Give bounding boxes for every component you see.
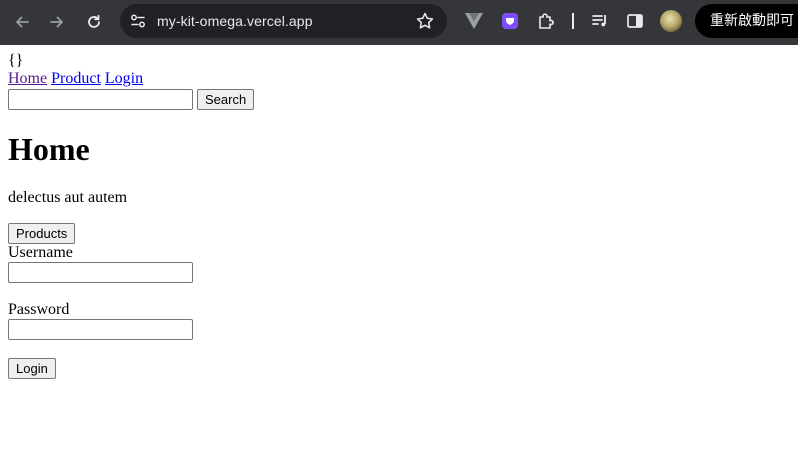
brace-text: {} bbox=[8, 52, 24, 69]
back-button[interactable] bbox=[8, 8, 36, 36]
browser-toolbar: my-kit-omega.vercel.app 重新啟動即可 bbox=[0, 0, 798, 45]
site-info-icon[interactable] bbox=[128, 11, 148, 31]
media-controls-button[interactable] bbox=[589, 10, 611, 32]
login-button[interactable]: Login bbox=[8, 358, 56, 379]
extensions-button[interactable] bbox=[535, 10, 557, 32]
reload-button[interactable] bbox=[80, 8, 108, 36]
login-form: Username Password Login bbox=[8, 244, 790, 379]
bookmark-star-icon[interactable] bbox=[415, 11, 435, 31]
side-panel-button[interactable] bbox=[624, 10, 646, 32]
nav-link-home[interactable]: Home bbox=[8, 70, 47, 87]
puzzle-piece-icon bbox=[539, 13, 554, 29]
shield-extension-icon bbox=[502, 13, 518, 29]
forward-button[interactable] bbox=[43, 8, 71, 36]
nav-link-login[interactable]: Login bbox=[105, 70, 143, 87]
vue-devtools-extension[interactable] bbox=[463, 10, 485, 32]
vue-logo-icon bbox=[465, 13, 483, 29]
page-title: Home bbox=[8, 131, 90, 167]
password-field[interactable] bbox=[8, 319, 193, 340]
search-form: Search bbox=[8, 88, 790, 110]
password-label: Password bbox=[8, 301, 70, 318]
url-text[interactable]: my-kit-omega.vercel.app bbox=[157, 4, 313, 38]
page-content: {} Home Product Login Search Home delect… bbox=[0, 45, 798, 379]
username-label: Username bbox=[8, 244, 73, 261]
search-input[interactable] bbox=[8, 88, 193, 110]
toolbar-divider bbox=[572, 13, 574, 29]
arrow-left-icon bbox=[16, 16, 29, 28]
profile-avatar[interactable] bbox=[660, 10, 682, 32]
arrow-right-icon bbox=[50, 16, 63, 28]
address-bar[interactable]: my-kit-omega.vercel.app bbox=[120, 4, 447, 38]
side-panel-icon bbox=[627, 14, 643, 28]
queue-music-icon bbox=[592, 15, 606, 27]
top-nav: Home Product Login bbox=[8, 70, 790, 88]
purple-extension[interactable] bbox=[499, 10, 521, 32]
products-button[interactable]: Products bbox=[8, 223, 76, 244]
reload-icon bbox=[88, 14, 100, 28]
username-field[interactable] bbox=[8, 262, 193, 283]
page-description: delectus aut autem bbox=[8, 189, 128, 206]
nav-link-product[interactable]: Product bbox=[51, 70, 101, 87]
search-button[interactable]: Search bbox=[197, 88, 255, 110]
restart-to-update-button[interactable]: 重新啟動即可 bbox=[695, 4, 798, 38]
